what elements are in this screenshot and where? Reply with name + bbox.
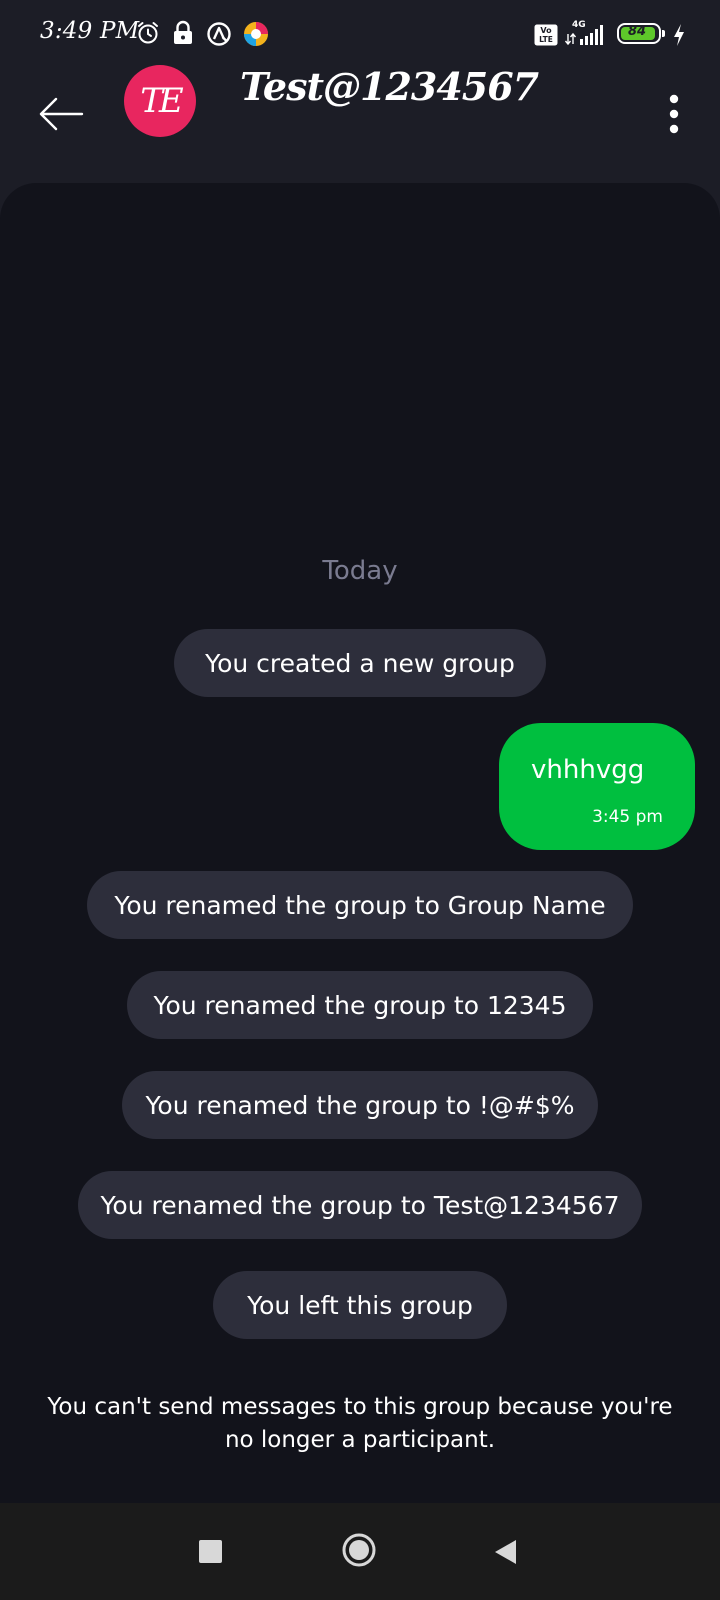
battery-icon: 84	[617, 23, 661, 44]
vpn-icon	[207, 22, 231, 46]
system-message: You renamed the group to 12345	[127, 971, 593, 1039]
battery-percent: 84	[627, 24, 647, 39]
avatar[interactable]: TE	[124, 65, 196, 137]
message-text: vhhhvgg	[531, 755, 645, 785]
system-message: You renamed the group to !@#$%	[122, 1071, 598, 1139]
chat-title[interactable]: Test@1234567	[240, 64, 539, 109]
signal-icon	[564, 25, 603, 46]
chat-header: TE Test@1234567	[0, 60, 720, 180]
charging-icon	[674, 24, 684, 46]
battery-cap	[662, 30, 665, 37]
system-message: You renamed the group to Test@1234567	[78, 1171, 642, 1239]
not-participant-notice: You can't send messages to this group be…	[47, 1394, 673, 1453]
chat-message-list[interactable]: Today You created a new group vhhhvgg 3:…	[0, 183, 720, 1503]
svg-text:Vo: Vo	[540, 26, 552, 35]
arrow-left-icon[interactable]	[36, 88, 88, 140]
recents-square-icon[interactable]	[199, 1540, 222, 1563]
status-time: 3:49 PM	[40, 18, 140, 44]
system-message: You created a new group	[174, 629, 546, 697]
outgoing-message-bubble[interactable]: vhhhvgg 3:45 pm	[499, 723, 695, 850]
svg-text:LTE: LTE	[539, 35, 553, 44]
alarm-icon	[138, 22, 158, 44]
more-vertical-icon[interactable]	[656, 88, 692, 140]
browser-app-icon	[244, 22, 268, 46]
system-message: You left this group	[213, 1271, 507, 1339]
message-timestamp: 3:45 pm	[592, 807, 663, 827]
volte-icon: Vo LTE	[534, 24, 558, 46]
system-navigation-bar	[0, 1503, 720, 1600]
home-circle-icon[interactable]	[342, 1533, 376, 1567]
date-separator: Today	[322, 556, 398, 586]
lock-icon	[174, 20, 192, 44]
back-triangle-icon[interactable]	[494, 1539, 518, 1565]
system-message: You renamed the group to Group Name	[87, 871, 633, 939]
